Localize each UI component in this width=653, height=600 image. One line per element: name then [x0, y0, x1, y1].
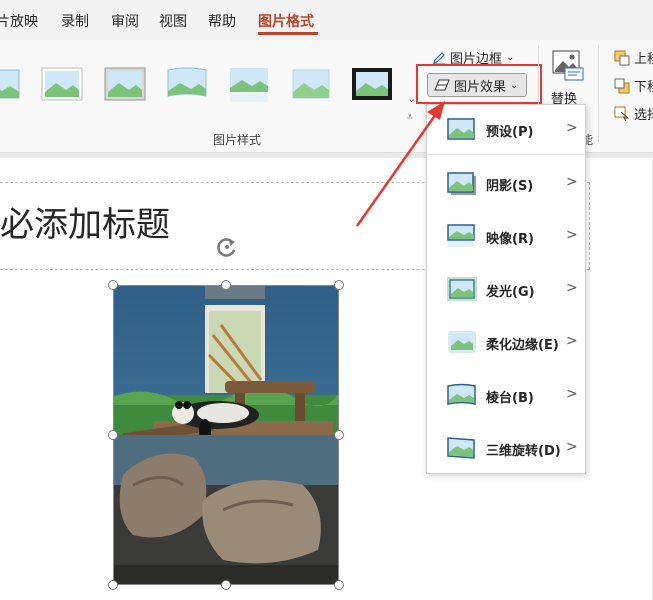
group-divider [598, 46, 599, 142]
svg-text:⌄: ⌄ [407, 92, 416, 105]
picture-style-thumbnail[interactable] [0, 64, 20, 104]
resize-handle[interactable] [334, 280, 344, 290]
replace-picture-button[interactable]: 替换 [551, 48, 585, 108]
picture-style-thumbnail[interactable] [41, 64, 83, 104]
chevron-right-icon: > [566, 439, 578, 455]
tab-view[interactable]: 视图 [159, 11, 187, 31]
picture-style-thumbnail[interactable] [228, 64, 270, 104]
selection-pane-icon [614, 106, 630, 121]
soft-edges-icon [448, 331, 476, 353]
reflection-icon [447, 224, 475, 247]
picture-style-thumbnail[interactable] [290, 64, 332, 104]
menu-item-label: 三维旋转(D) [486, 444, 561, 459]
resize-handle[interactable] [334, 580, 344, 590]
chevron-right-icon: > [566, 280, 578, 296]
menu-item-3d-rotation[interactable]: 三维旋转(D) > [427, 427, 585, 471]
menu-separator [428, 154, 584, 155]
resize-handle[interactable] [221, 280, 231, 290]
menu-item-preset[interactable]: 预设(P) > [427, 108, 585, 152]
preset-icon [447, 118, 475, 140]
send-backward-label: 下移 [634, 80, 653, 95]
chevron-right-icon: > [566, 227, 578, 243]
menu-item-label: 发光(G) [486, 285, 535, 300]
menu-item-shadow[interactable]: 阴影(S) > [427, 162, 585, 206]
picture-styles-group-label: 图片样式 [213, 133, 262, 147]
highlight-box [416, 64, 542, 104]
chevron-right-icon: > [566, 386, 578, 402]
tab-review[interactable]: 审阅 [111, 11, 139, 31]
resize-handle[interactable] [108, 580, 118, 590]
picture-style-thumbnail[interactable] [166, 64, 208, 104]
bevel-icon [447, 383, 476, 405]
chevron-right-icon: > [566, 174, 578, 190]
menu-item-glow[interactable]: 发光(G) > [427, 268, 585, 312]
menu-item-soft-edges[interactable]: 柔化边缘(E) > [427, 321, 585, 365]
3d-rotation-icon [447, 437, 475, 459]
resize-handle[interactable] [108, 430, 118, 440]
resize-handle[interactable] [334, 430, 344, 440]
menu-item-label: 映像(R) [486, 232, 534, 247]
tab-help[interactable]: 帮助 [208, 11, 236, 31]
selection-pane-label: 选择 [634, 108, 653, 123]
menu-item-bevel[interactable]: 棱台(B) > [427, 374, 585, 418]
pencil-icon [433, 51, 445, 64]
bring-forward-label: 上移 [634, 52, 653, 67]
resize-handle[interactable] [108, 280, 118, 290]
tab-picture-format[interactable]: 图片格式 [258, 11, 314, 31]
picture-style-thumbnail[interactable] [351, 64, 393, 104]
picture-style-thumbnail[interactable] [104, 64, 146, 104]
menu-item-reflection[interactable]: 映像(R) > [427, 215, 585, 259]
shadow-icon [447, 172, 476, 195]
send-backward-icon [614, 78, 630, 93]
chevron-right-icon: > [566, 120, 578, 136]
chevron-right-icon: > [566, 333, 578, 349]
resize-handle[interactable] [221, 580, 231, 590]
active-tab-indicator [258, 32, 318, 35]
menu-item-label: 阴影(S) [486, 179, 534, 194]
selection-pane-button[interactable]: 选择 [614, 104, 653, 123]
tab-slideshow[interactable]: 片放映 [0, 11, 38, 31]
menu-item-label: 柔化边缘(E) [486, 338, 559, 353]
glow-icon [447, 277, 477, 301]
picture-effects-menu: 预设(P) > 阴影(S) > 映像(R) > 发光(G) > 柔化边缘(E) … [426, 104, 586, 474]
ribbon-tab-bar: 片放映 录制 审阅 视图 帮助 图片格式 [0, 0, 653, 38]
title-placeholder-text: 必添加标题 [0, 205, 170, 245]
rotate-handle-icon[interactable] [215, 235, 239, 259]
selection-frame [113, 285, 339, 585]
menu-item-label: 棱台(B) [486, 391, 534, 406]
bring-forward-button[interactable]: 上移 [614, 48, 653, 67]
bring-forward-icon [614, 50, 630, 65]
send-backward-button[interactable]: 下移 [614, 76, 653, 95]
tab-record[interactable]: 录制 [61, 11, 89, 31]
chevron-down-icon: ⌄ [506, 52, 515, 63]
svg-text:⩡: ⩡ [407, 112, 413, 123]
replace-picture-icon [552, 50, 584, 81]
menu-item-label: 预设(P) [486, 125, 534, 140]
